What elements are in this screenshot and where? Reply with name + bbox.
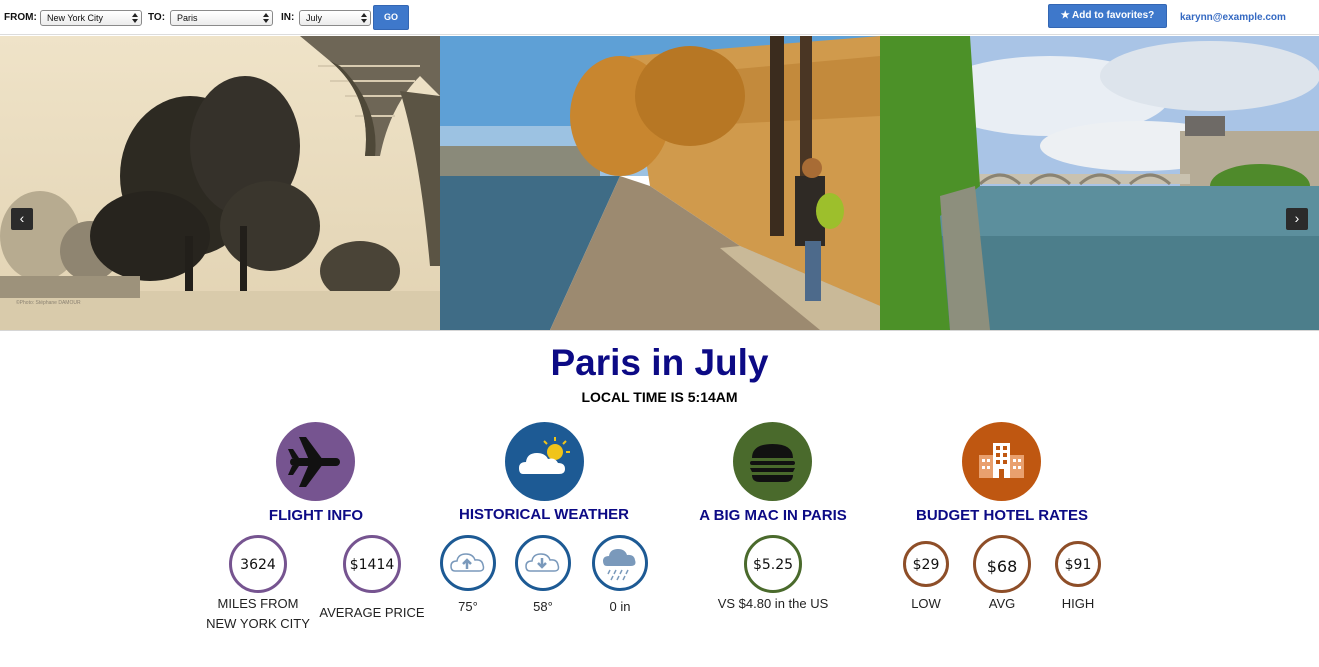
- from-select[interactable]: New York City: [40, 10, 142, 26]
- hotel-low-caption: LOW: [911, 596, 941, 611]
- miles-value: 3624: [240, 557, 276, 573]
- select-arrows-icon: [132, 12, 138, 24]
- local-time: LOCAL TIME IS 5:14AM: [581, 389, 738, 405]
- select-arrows-icon: [361, 12, 367, 24]
- to-select-value: Paris: [177, 13, 198, 23]
- bigmac-price-value: $5.25: [752, 557, 794, 573]
- flight-info-title: FLIGHT INFO: [268, 507, 364, 524]
- building-icon: [962, 422, 1041, 501]
- add-to-favorites-button[interactable]: ★ Add to favorites?: [1048, 4, 1167, 28]
- carousel-photo-quay: [440, 36, 880, 330]
- photo-carousel: ©Photo: Stéphane DAMOUR ‹ ›: [0, 36, 1319, 330]
- hotel-low-circle: $29: [903, 541, 949, 587]
- carousel-next-button[interactable]: ›: [1286, 208, 1308, 230]
- hotel-title: BUDGET HOTEL RATES: [916, 507, 1088, 524]
- top-bar: FROM: New York City TO: Paris IN: July G…: [0, 0, 1319, 35]
- to-select[interactable]: Paris: [170, 10, 273, 26]
- to-label: TO:: [148, 12, 166, 23]
- weather-title: HISTORICAL WEATHER: [458, 506, 629, 523]
- hotel-high-caption: HIGH: [1061, 596, 1095, 611]
- cloud-sun-icon: [505, 422, 584, 501]
- cloud-upload-icon: [440, 535, 496, 591]
- hotel-high-circle: $91: [1055, 541, 1101, 587]
- miles-caption: MILES FROM NEW YORK CITY: [198, 594, 318, 634]
- select-arrows-icon: [263, 12, 269, 24]
- go-button[interactable]: GO: [373, 5, 409, 30]
- precipitation-value: 0 in: [609, 599, 631, 614]
- price-value: $1414: [349, 557, 395, 573]
- miles-caption-line2: NEW YORK CITY: [206, 616, 310, 631]
- month-select-value: July: [306, 13, 323, 23]
- hotel-avg-value: $68: [986, 557, 1018, 576]
- high-temp-value: 75°: [458, 599, 478, 614]
- bigmac-compare-caption: VS $4.80 in the US: [717, 596, 829, 611]
- price-caption: AVERAGE PRICE: [319, 605, 425, 620]
- from-select-value: New York City: [47, 13, 104, 23]
- user-email-link[interactable]: karynn@example.com: [1180, 12, 1286, 23]
- hotel-low-value: $29: [912, 557, 940, 573]
- hotel-avg-circle: $68: [973, 535, 1031, 593]
- carousel-photo-eiffel: ©Photo: Stéphane DAMOUR: [0, 36, 440, 330]
- hotel-avg-caption: AVG: [988, 596, 1016, 611]
- carousel-prev-button[interactable]: ‹: [11, 208, 33, 230]
- photo-credit: ©Photo: Stéphane DAMOUR: [16, 300, 81, 306]
- from-label: FROM:: [4, 12, 37, 23]
- hotel-high-value: $91: [1064, 557, 1092, 573]
- price-circle: $1414: [343, 535, 401, 593]
- in-label: IN:: [281, 12, 295, 23]
- burger-icon: [733, 422, 812, 501]
- low-temp-value: 58°: [533, 599, 553, 614]
- miles-caption-line1: MILES FROM: [217, 596, 299, 611]
- carousel-photo-seine: [880, 36, 1319, 330]
- airplane-icon: [276, 422, 355, 501]
- rain-cloud-icon: [592, 535, 648, 591]
- page-title: Paris in July: [550, 342, 769, 383]
- cloud-download-icon: [515, 535, 571, 591]
- divider: [0, 330, 1319, 331]
- miles-circle: 3624: [229, 535, 287, 593]
- bigmac-price-circle: $5.25: [744, 535, 802, 593]
- bigmac-title: A BIG MAC IN PARIS: [699, 507, 847, 524]
- month-select[interactable]: July: [299, 10, 371, 26]
